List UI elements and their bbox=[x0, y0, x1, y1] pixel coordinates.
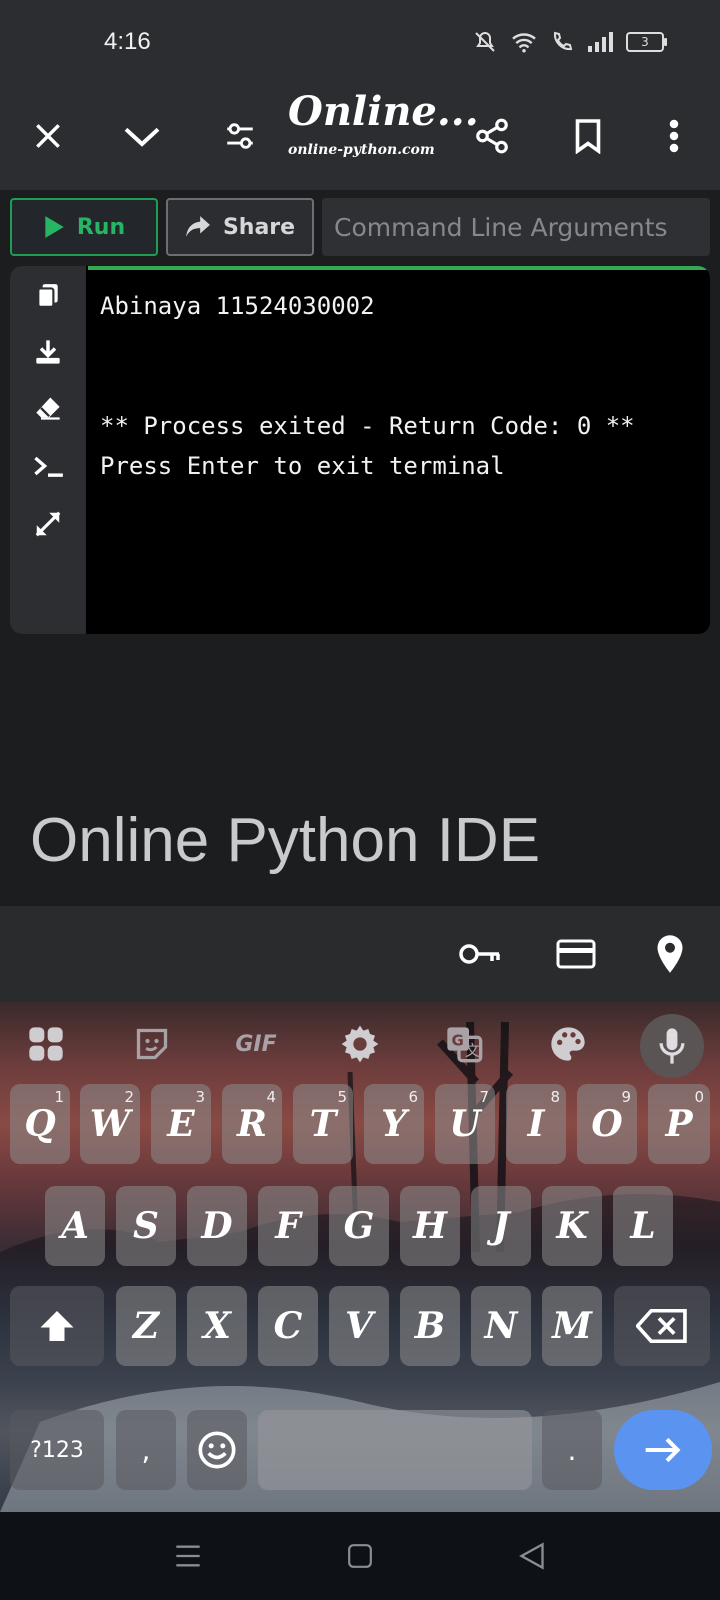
apps-grid-icon[interactable] bbox=[22, 1020, 70, 1068]
close-icon[interactable] bbox=[24, 112, 72, 160]
svg-text:文: 文 bbox=[465, 1042, 480, 1060]
key-c[interactable]: C bbox=[258, 1286, 318, 1366]
key-g[interactable]: G bbox=[329, 1186, 389, 1266]
key-m[interactable]: M bbox=[542, 1286, 602, 1366]
mute-icon bbox=[475, 31, 495, 52]
space-key[interactable] bbox=[258, 1410, 532, 1490]
expand-icon[interactable] bbox=[32, 508, 64, 540]
status-icons: 3 bbox=[472, 30, 667, 54]
key-e[interactable]: E3 bbox=[151, 1084, 211, 1164]
key-a[interactable]: A bbox=[45, 1186, 105, 1266]
back-icon[interactable] bbox=[516, 1540, 548, 1572]
comma-key[interactable]: , bbox=[116, 1410, 176, 1490]
share-icon[interactable] bbox=[468, 112, 516, 160]
symbols-key[interactable]: ?123 bbox=[10, 1410, 104, 1490]
page-domain: online-python.com bbox=[288, 142, 435, 158]
key-b[interactable]: B bbox=[400, 1286, 460, 1366]
terminal-output: Abinaya 11524030002 ** Process exited - … bbox=[100, 286, 702, 486]
credit-card-icon[interactable] bbox=[552, 930, 600, 978]
backspace-icon bbox=[636, 1309, 687, 1343]
key-t[interactable]: T5 bbox=[293, 1084, 353, 1164]
key-p[interactable]: P0 bbox=[648, 1084, 710, 1164]
key-o[interactable]: O9 bbox=[577, 1084, 637, 1164]
gif-icon[interactable]: GIF bbox=[226, 1020, 286, 1068]
location-pin-icon[interactable] bbox=[646, 930, 694, 978]
share-label: Share bbox=[222, 214, 296, 240]
browser-toolbar: Online... online-python.com bbox=[0, 88, 720, 190]
key-z[interactable]: Z bbox=[116, 1286, 176, 1366]
emoji-icon bbox=[198, 1431, 236, 1469]
keyboard-toolbar: GIF G文 bbox=[0, 1002, 720, 1086]
terminal-accent-bar bbox=[88, 266, 710, 270]
key-l[interactable]: L bbox=[613, 1186, 673, 1266]
period-key[interactable]: . bbox=[542, 1410, 602, 1490]
tune-icon[interactable] bbox=[216, 112, 264, 160]
chevron-down-icon[interactable] bbox=[118, 112, 166, 160]
signal-icon bbox=[588, 32, 613, 52]
shift-icon bbox=[40, 1311, 74, 1341]
bookmark-icon[interactable] bbox=[564, 112, 612, 160]
key-v[interactable]: V bbox=[329, 1286, 389, 1366]
shift-key[interactable] bbox=[10, 1286, 104, 1366]
settings-icon[interactable] bbox=[336, 1020, 384, 1068]
copy-icon[interactable] bbox=[32, 280, 64, 312]
key-d[interactable]: D bbox=[187, 1186, 247, 1266]
status-bar: 4:16 3 bbox=[0, 0, 720, 88]
key-s[interactable]: S bbox=[116, 1186, 176, 1266]
translate-icon[interactable]: G文 bbox=[440, 1020, 488, 1068]
svg-text:G: G bbox=[452, 1032, 464, 1050]
terminal-line: Abinaya 11524030002 bbox=[100, 292, 375, 320]
call-icon bbox=[553, 31, 573, 51]
key-w[interactable]: W2 bbox=[80, 1084, 140, 1164]
sticker-icon[interactable] bbox=[128, 1020, 176, 1068]
mic-icon bbox=[659, 1028, 685, 1064]
key-f[interactable]: F bbox=[258, 1186, 318, 1266]
backspace-key[interactable] bbox=[614, 1286, 710, 1366]
page-title: Online... bbox=[288, 88, 479, 135]
key-icon[interactable] bbox=[456, 930, 504, 978]
run-label: Run bbox=[76, 214, 126, 240]
palette-icon[interactable] bbox=[544, 1020, 592, 1068]
key-n[interactable]: N bbox=[471, 1286, 531, 1366]
recents-icon[interactable] bbox=[172, 1540, 204, 1572]
key-i[interactable]: I8 bbox=[506, 1084, 566, 1164]
run-button[interactable]: Run bbox=[10, 198, 158, 256]
download-icon[interactable] bbox=[32, 336, 64, 368]
terminal-line: ** Process exited - Return Code: 0 ** bbox=[100, 412, 635, 440]
more-vert-icon[interactable] bbox=[650, 112, 698, 160]
enter-key[interactable] bbox=[614, 1410, 712, 1490]
status-time: 4:16 bbox=[104, 28, 151, 55]
keyboard: GIF G文 Q1 W2 E3 R4 T5 Y6 U7 I8 O9 P0 A S… bbox=[0, 1002, 720, 1512]
key-h[interactable]: H bbox=[400, 1186, 460, 1266]
battery-icon: 3 bbox=[626, 32, 667, 52]
mic-button[interactable] bbox=[640, 1014, 704, 1078]
page-heading: Online Python IDE bbox=[30, 806, 541, 875]
key-u[interactable]: U7 bbox=[435, 1084, 495, 1164]
key-k[interactable]: K bbox=[542, 1186, 602, 1266]
wifi-icon bbox=[512, 33, 536, 53]
eraser-icon[interactable] bbox=[32, 392, 64, 424]
share-arrow-icon bbox=[186, 216, 210, 237]
emoji-key[interactable] bbox=[187, 1410, 247, 1490]
key-q[interactable]: Q1 bbox=[10, 1084, 70, 1164]
key-j[interactable]: J bbox=[471, 1186, 531, 1266]
navigation-bar bbox=[0, 1512, 720, 1600]
play-icon bbox=[45, 216, 64, 238]
autofill-bar bbox=[0, 906, 720, 1002]
terminal-sidebar bbox=[10, 266, 86, 634]
terminal-line: Press Enter to exit terminal bbox=[100, 452, 505, 480]
home-icon[interactable] bbox=[344, 1540, 376, 1572]
terminal[interactable]: Abinaya 11524030002 ** Process exited - … bbox=[10, 266, 710, 634]
arrow-right-icon bbox=[645, 1437, 681, 1463]
key-y[interactable]: Y6 bbox=[364, 1084, 424, 1164]
key-r[interactable]: R4 bbox=[222, 1084, 282, 1164]
key-x[interactable]: X bbox=[187, 1286, 247, 1366]
share-code-button[interactable]: Share bbox=[166, 198, 314, 256]
command-line-args-input[interactable] bbox=[322, 198, 710, 256]
page-content: Run Share Abinaya 11524030002 ** Process bbox=[0, 190, 720, 906]
terminal-icon[interactable] bbox=[32, 450, 64, 482]
